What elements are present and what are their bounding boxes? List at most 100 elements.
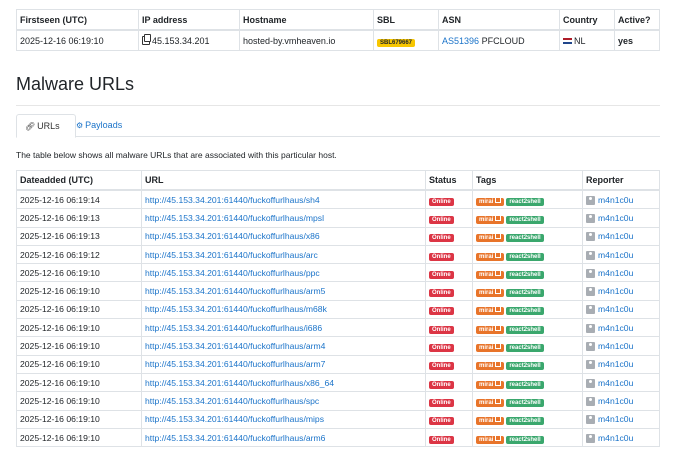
tag-mirai[interactable]: mirai <box>476 416 505 426</box>
tab-payloads[interactable]: ⚙ Payloads <box>68 114 130 136</box>
status-badge: Online <box>429 197 454 206</box>
url-link[interactable]: http://45.153.34.201:61440/fuckoffurlhau… <box>145 286 325 296</box>
sbl-badge[interactable]: SBL679667 <box>377 38 416 47</box>
status-cell: Online <box>425 373 473 393</box>
reporter-link[interactable]: m4n1c0u <box>598 304 633 314</box>
avatar <box>586 195 595 205</box>
tag-react2shell[interactable]: react2shell <box>506 435 544 444</box>
avatar <box>586 232 595 242</box>
url-link[interactable]: http://45.153.34.201:61440/fuckoffurlhau… <box>145 195 320 205</box>
tag-react2shell[interactable]: react2shell <box>506 270 544 279</box>
tag-react2shell[interactable]: react2shell <box>506 234 544 243</box>
url-cell: http://45.153.34.201:61440/fuckoffurlhau… <box>141 355 426 374</box>
tag-react2shell[interactable]: react2shell <box>506 362 544 371</box>
tags-cell: mirai react2shell <box>472 355 583 374</box>
link-icon: 🔗︎ <box>25 122 36 131</box>
reporter-link[interactable]: m4n1c0u <box>598 323 633 333</box>
tags-cell: mirai react2shell <box>472 300 583 320</box>
url-link[interactable]: http://45.153.34.201:61440/fuckoffurlhau… <box>145 378 334 388</box>
asn-cell: AS51396 PFCLOUD <box>438 30 560 51</box>
avatar <box>586 433 595 443</box>
url-link[interactable]: http://45.153.34.201:61440/fuckoffurlhau… <box>145 213 324 223</box>
tag-react2shell[interactable]: react2shell <box>506 398 544 407</box>
tag-mirai[interactable]: mirai <box>476 214 505 224</box>
external-link-icon <box>495 269 502 276</box>
avatar <box>586 305 595 315</box>
tag-mirai[interactable]: mirai <box>476 233 505 243</box>
tag-react2shell[interactable]: react2shell <box>506 289 544 298</box>
tags-cell: mirai react2shell <box>472 373 583 393</box>
avatar <box>586 342 595 352</box>
table-row: 2025-12-16 06:19:10 http://45.153.34.201:… <box>16 355 660 374</box>
tag-mirai-label: mirai <box>479 235 494 242</box>
tag-react2shell[interactable]: react2shell <box>506 417 544 426</box>
tag-mirai[interactable]: mirai <box>476 324 505 334</box>
reporter-link[interactable]: m4n1c0u <box>598 341 633 351</box>
status-badge: Online <box>429 215 454 224</box>
tag-mirai[interactable]: mirai <box>476 251 505 261</box>
tag-react2shell[interactable]: react2shell <box>506 380 544 389</box>
reporter-link[interactable]: m4n1c0u <box>598 396 633 406</box>
tag-mirai[interactable]: mirai <box>476 269 505 279</box>
external-link-icon <box>495 343 502 350</box>
reporter-cell: m4n1c0u <box>582 300 660 320</box>
reporter-link[interactable]: m4n1c0u <box>598 268 633 278</box>
status-cell: Online <box>425 410 473 429</box>
tag-mirai[interactable]: mirai <box>476 343 505 353</box>
tag-react2shell[interactable]: react2shell <box>506 307 544 316</box>
tag-react2shell[interactable]: react2shell <box>506 215 544 224</box>
tag-mirai-label: mirai <box>479 381 494 388</box>
status-cell: Online <box>425 208 473 228</box>
reporter-cell: m4n1c0u <box>582 391 660 411</box>
tab-urls[interactable]: 🔗︎ URLs <box>16 114 76 138</box>
reporter-link[interactable]: m4n1c0u <box>598 250 633 260</box>
url-link[interactable]: http://45.153.34.201:61440/fuckoffurlhau… <box>145 304 327 314</box>
url-link[interactable]: http://45.153.34.201:61440/fuckoffurlhau… <box>145 396 319 406</box>
reporter-link[interactable]: m4n1c0u <box>598 286 633 296</box>
tag-mirai[interactable]: mirai <box>476 196 505 206</box>
tag-mirai[interactable]: mirai <box>476 379 505 389</box>
reporter-cell: m4n1c0u <box>582 263 660 283</box>
reporter-link[interactable]: m4n1c0u <box>598 231 633 241</box>
tag-react2shell[interactable]: react2shell <box>506 252 544 261</box>
asn-link[interactable]: AS51396 <box>442 36 479 46</box>
status-cell: Online <box>425 227 473 246</box>
dateadded-value: 2025-12-16 06:19:10 <box>16 281 142 301</box>
tag-react2shell[interactable]: react2shell <box>506 325 544 334</box>
url-link[interactable]: http://45.153.34.201:61440/fuckoffurlhau… <box>145 231 320 241</box>
reporter-cell: m4n1c0u <box>582 190 660 210</box>
tag-react2shell[interactable]: react2shell <box>506 197 544 206</box>
url-link[interactable]: http://45.153.34.201:61440/fuckoffurlhau… <box>145 250 318 260</box>
url-link[interactable]: http://45.153.34.201:61440/fuckoffurlhau… <box>145 323 322 333</box>
external-link-icon <box>495 324 502 331</box>
dateadded-value: 2025-12-16 06:19:10 <box>16 300 142 320</box>
status-badge: Online <box>429 435 454 444</box>
reporter-link[interactable]: m4n1c0u <box>598 213 633 223</box>
tag-mirai-label: mirai <box>479 436 494 443</box>
reporter-link[interactable]: m4n1c0u <box>598 414 633 424</box>
url-link[interactable]: http://45.153.34.201:61440/fuckoffurlhau… <box>145 268 320 278</box>
tag-mirai[interactable]: mirai <box>476 397 505 407</box>
tag-mirai[interactable]: mirai <box>476 434 505 444</box>
url-link[interactable]: http://45.153.34.201:61440/fuckoffurlhau… <box>145 359 325 369</box>
sbl-cell: SBL679667 <box>373 30 439 51</box>
dateadded-value: 2025-12-16 06:19:10 <box>16 410 142 429</box>
tag-react2shell[interactable]: react2shell <box>506 344 544 353</box>
tag-mirai[interactable]: mirai <box>476 288 505 298</box>
url-link[interactable]: http://45.153.34.201:61440/fuckoffurlhau… <box>145 341 325 351</box>
reporter-link[interactable]: m4n1c0u <box>598 359 633 369</box>
reporter-link[interactable]: m4n1c0u <box>598 378 633 388</box>
tag-mirai[interactable]: mirai <box>476 306 505 316</box>
col-url: URL <box>141 170 426 191</box>
copy-icon[interactable] <box>142 33 151 45</box>
url-link[interactable]: http://45.153.34.201:61440/fuckoffurlhau… <box>145 414 324 424</box>
reporter-link[interactable]: m4n1c0u <box>598 195 633 205</box>
tags-cell: mirai react2shell <box>472 263 583 283</box>
url-link[interactable]: http://45.153.34.201:61440/fuckoffurlhau… <box>145 433 325 443</box>
tag-mirai-label: mirai <box>479 216 494 223</box>
tag-mirai[interactable]: mirai <box>476 361 505 371</box>
url-cell: http://45.153.34.201:61440/fuckoffurlhau… <box>141 428 426 448</box>
avatar <box>586 415 595 425</box>
status-badge: Online <box>429 398 454 407</box>
reporter-link[interactable]: m4n1c0u <box>598 433 633 443</box>
